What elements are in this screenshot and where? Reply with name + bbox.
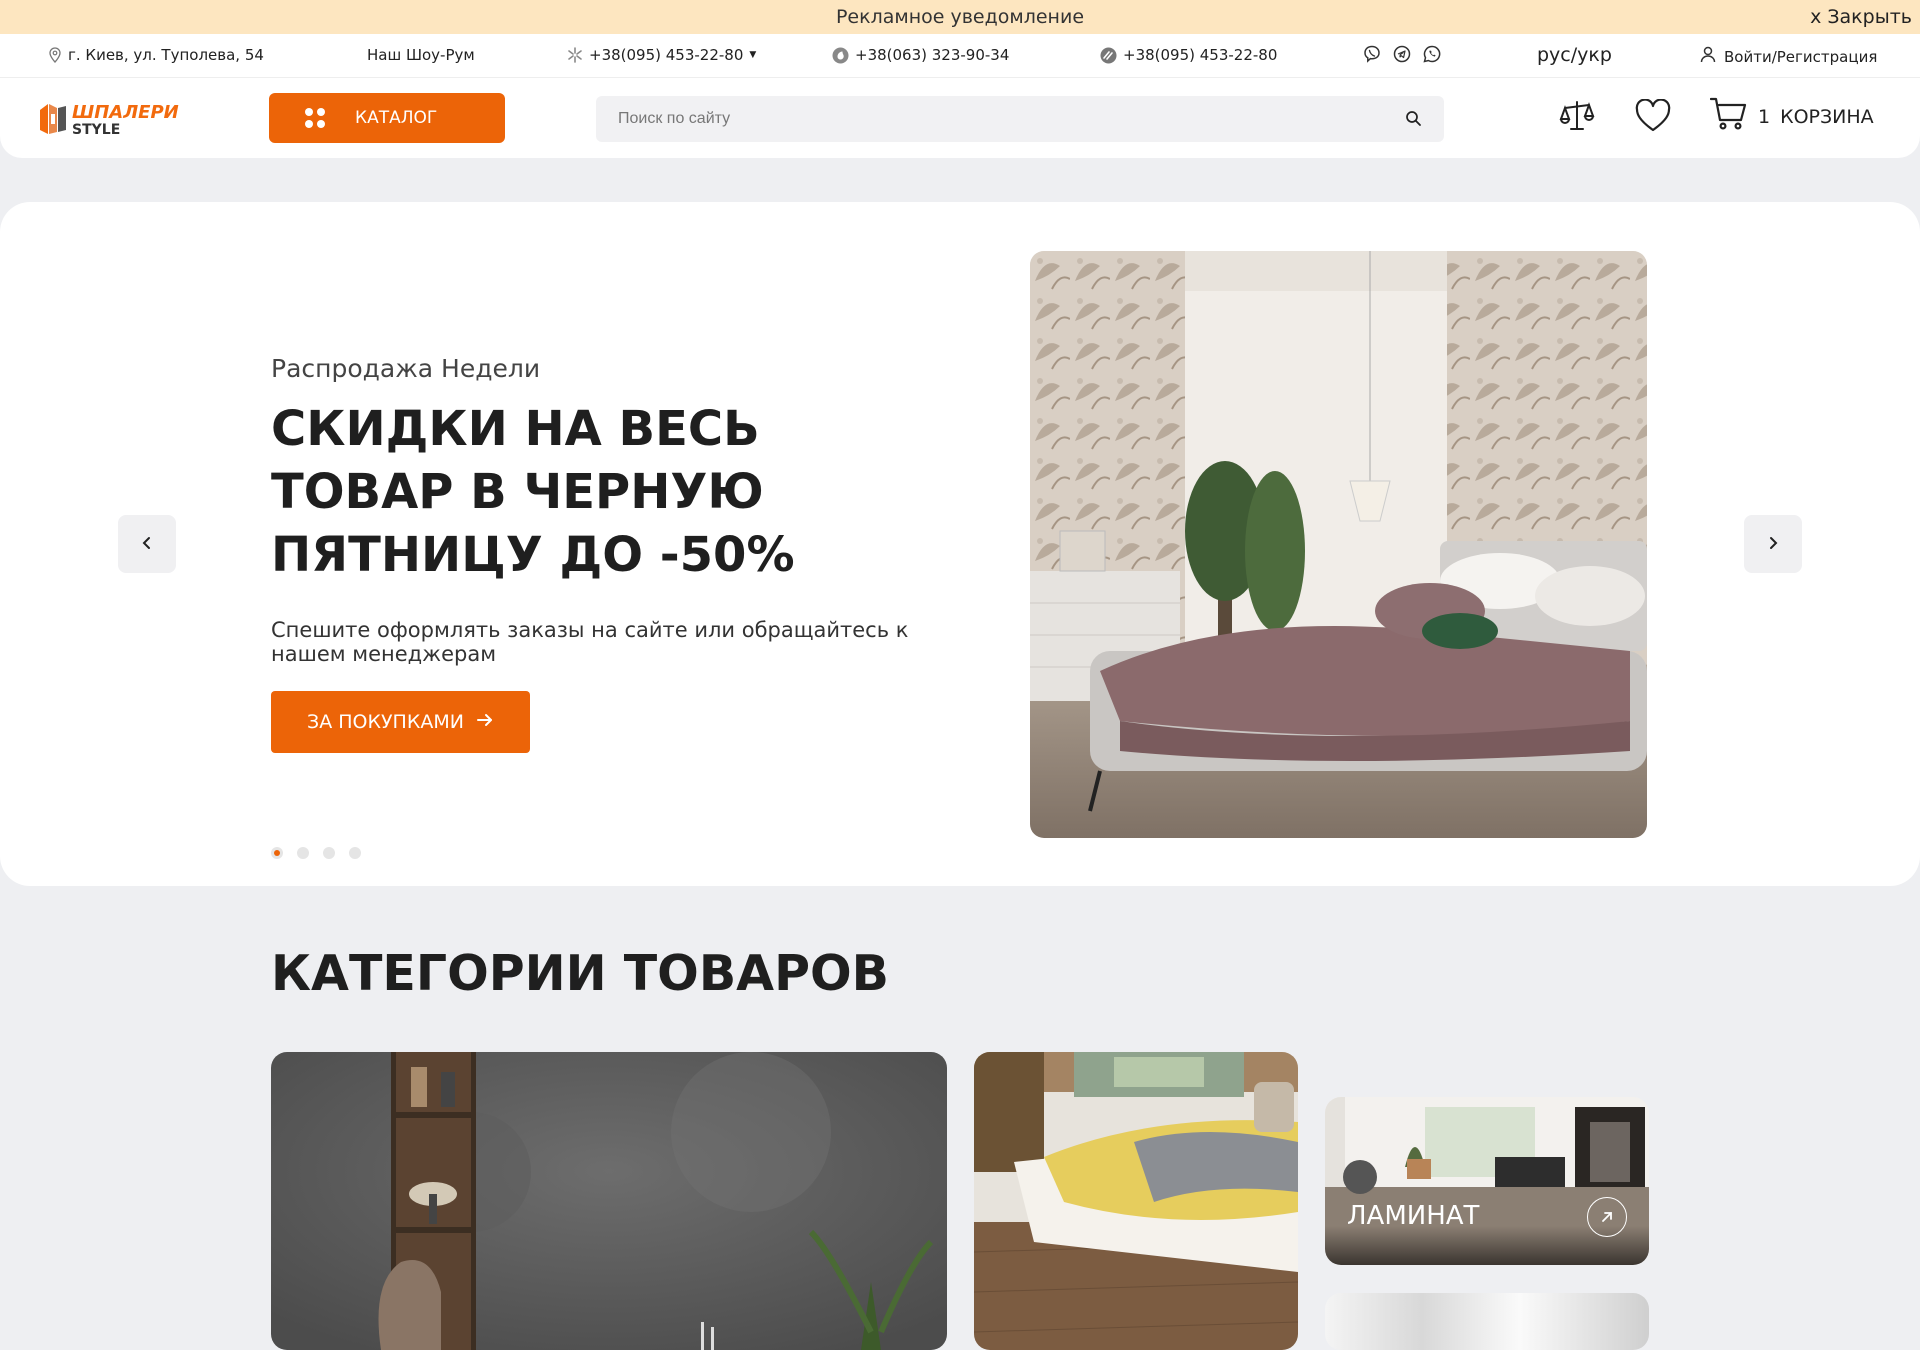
user-icon bbox=[1700, 46, 1716, 67]
telegram-icon[interactable] bbox=[1393, 45, 1411, 67]
promo-close-button[interactable]: x Закрыть bbox=[1810, 6, 1912, 28]
catalog-button[interactable]: КАТАЛОГ bbox=[269, 93, 505, 143]
vodafone-icon bbox=[832, 47, 849, 64]
category-card-wallpaper[interactable] bbox=[271, 1052, 947, 1350]
site-logo[interactable]: ШПАЛЕРИ STYLE bbox=[38, 100, 179, 140]
search-input[interactable] bbox=[596, 110, 1356, 128]
logo-line1: ШПАЛЕРИ bbox=[72, 101, 179, 123]
category-card-panels[interactable] bbox=[1325, 1293, 1649, 1350]
phone3-text: +38(095) 453-22-80 bbox=[1123, 46, 1278, 64]
address-text: г. Киев, ул. Туполева, 54 bbox=[68, 46, 264, 64]
logo-mark-icon bbox=[38, 100, 68, 140]
location-pin-icon bbox=[48, 47, 62, 63]
phone2-link[interactable]: +38(063) 323-90-34 bbox=[832, 46, 1009, 64]
cart-count: 1 bbox=[1758, 105, 1771, 128]
promo-text: Рекламное уведомление bbox=[835, 6, 1085, 28]
slider-dot-1[interactable] bbox=[271, 847, 283, 859]
header-topbar: г. Киев, ул. Туполева, 54 Наш Шоу-Рум +3… bbox=[0, 34, 1920, 78]
login-label: Войти/Регистрация bbox=[1724, 47, 1878, 66]
language-switcher[interactable]: рус/укр bbox=[1537, 44, 1612, 66]
search-bar bbox=[596, 96, 1444, 142]
slider-prev-button[interactable] bbox=[118, 515, 176, 573]
lifecell-icon bbox=[1100, 47, 1117, 64]
category-card-flooring[interactable] bbox=[974, 1052, 1298, 1350]
messenger-links bbox=[1363, 45, 1441, 67]
chevron-left-icon bbox=[142, 535, 152, 554]
compare-scales-icon[interactable] bbox=[1559, 99, 1595, 137]
cart-label: КОРЗИНА bbox=[1780, 105, 1874, 128]
slider-dot-3[interactable] bbox=[323, 847, 335, 859]
slider-dot-2[interactable] bbox=[297, 847, 309, 859]
hero-slider: Распродажа Недели СКИДКИ НА ВЕСЬ ТОВАР В… bbox=[0, 202, 1920, 886]
categories-title: КАТЕГОРИИ ТОВАРОВ bbox=[271, 945, 890, 1002]
kyivstar-icon bbox=[567, 47, 583, 63]
hero-title: СКИДКИ НА ВЕСЬ ТОВАР В ЧЕРНУЮ ПЯТНИЦУ ДО… bbox=[271, 401, 795, 583]
chevron-right-icon bbox=[1768, 535, 1778, 554]
hero-bedroom-image bbox=[1030, 251, 1647, 838]
viber-icon[interactable] bbox=[1363, 45, 1381, 67]
showroom-link[interactable]: Наш Шоу-Рум bbox=[367, 46, 475, 64]
phone1-text: +38(095) 453-22-80 bbox=[589, 46, 744, 64]
header-mainbar: ШПАЛЕРИ STYLE КАТАЛОГ 1 КОРЗИНА bbox=[0, 78, 1920, 158]
shop-now-button[interactable]: ЗА ПОКУПКАМИ bbox=[271, 691, 530, 753]
showroom-label: Наш Шоу-Рум bbox=[367, 46, 475, 64]
category-card-laminate[interactable]: ЛАМИНАТ bbox=[1325, 1097, 1649, 1265]
phone-dropdown[interactable]: +38(095) 453-22-80 ▼ bbox=[567, 46, 756, 64]
phone2-text: +38(063) 323-90-34 bbox=[855, 46, 1010, 64]
promo-banner: Рекламное уведомление x Закрыть bbox=[0, 0, 1920, 34]
arrow-up-right-icon[interactable] bbox=[1587, 1197, 1627, 1237]
chevron-down-icon: ▼ bbox=[749, 50, 757, 60]
site-header: г. Киев, ул. Туполева, 54 Наш Шоу-Рум +3… bbox=[0, 34, 1920, 158]
heart-icon[interactable] bbox=[1635, 98, 1671, 137]
grid-dots-icon bbox=[305, 108, 325, 128]
address-link[interactable]: г. Киев, ул. Туполева, 54 bbox=[48, 46, 264, 64]
arrow-right-icon bbox=[476, 711, 494, 733]
slider-pagination bbox=[271, 847, 361, 859]
hero-subtitle: Распродажа Недели bbox=[271, 354, 541, 383]
login-link[interactable]: Войти/Регистрация bbox=[1700, 46, 1877, 67]
cart-icon bbox=[1709, 97, 1748, 136]
logo-line2: STYLE bbox=[72, 121, 121, 138]
catalog-label: КАТАЛОГ bbox=[355, 108, 438, 128]
cart-button[interactable]: 1 КОРЗИНА bbox=[1709, 97, 1874, 136]
shop-now-label: ЗА ПОКУПКАМИ bbox=[307, 711, 464, 733]
search-icon[interactable] bbox=[1405, 110, 1422, 131]
whatsapp-icon[interactable] bbox=[1423, 45, 1441, 67]
phone3-link[interactable]: +38(095) 453-22-80 bbox=[1100, 46, 1277, 64]
slider-dot-4[interactable] bbox=[349, 847, 361, 859]
category-label-laminate: ЛАМИНАТ bbox=[1347, 1201, 1480, 1231]
slider-next-button[interactable] bbox=[1744, 515, 1802, 573]
hero-description: Спешите оформлять заказы на сайте или об… bbox=[271, 618, 909, 666]
